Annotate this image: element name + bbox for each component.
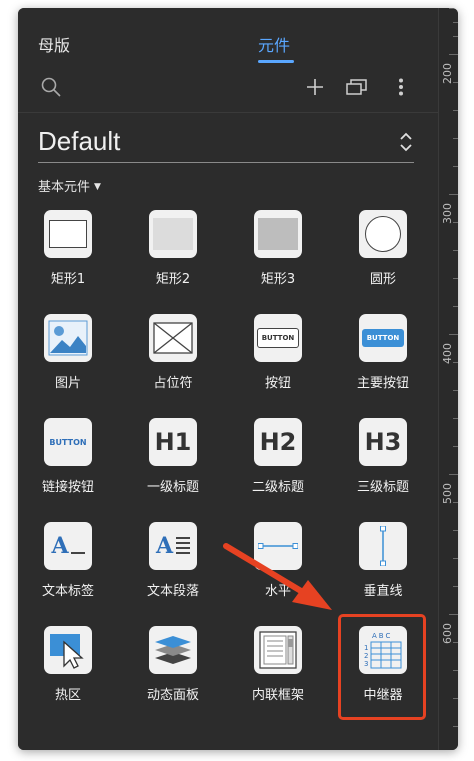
widget-label: 文本标签: [41, 584, 94, 599]
section-header[interactable]: 基本元件 ▼: [38, 176, 101, 195]
search-icon[interactable]: [36, 72, 66, 102]
panel-tabs: 母版 元件: [18, 8, 438, 66]
horizontal-line-icon: [254, 522, 302, 570]
hotspot-icon: [44, 626, 92, 674]
text-label-icon-letter: A: [51, 533, 69, 559]
ruler-label: 200: [441, 63, 454, 84]
library-select-underline: [38, 162, 414, 163]
widget-rectangle2[interactable]: 矩形2: [123, 202, 228, 306]
primary-button-icon: BUTTON: [359, 314, 407, 362]
widget-label: 垂直线: [363, 584, 403, 599]
vertical-ruler: 200 300 400 500 600: [438, 8, 458, 750]
widget-label: 内联框架: [251, 688, 304, 703]
rectangle-gray-icon: [149, 210, 197, 258]
ruler-label: 600: [441, 623, 454, 644]
heading2-icon: H2: [254, 418, 302, 466]
library-select[interactable]: Default: [38, 122, 414, 163]
widget-label: 按钮: [264, 376, 291, 391]
widget-label: 矩形1: [50, 272, 86, 287]
circle-icon: [359, 210, 407, 258]
rectangle-icon: [44, 210, 92, 258]
more-options-icon[interactable]: [386, 72, 416, 102]
placeholder-icon: [149, 314, 197, 362]
widget-label: 热区: [54, 688, 81, 703]
widget-heading3[interactable]: H3 三级标题: [333, 410, 438, 514]
heading1-icon-text: H1: [154, 428, 192, 456]
widget-label: 水平: [264, 584, 291, 599]
add-library-icon[interactable]: [300, 72, 330, 102]
library-select-value: Default: [38, 126, 121, 156]
heading1-icon: H1: [149, 418, 197, 466]
dynamic-panel-icon: [149, 626, 197, 674]
text-label-icon: A: [44, 522, 92, 570]
widget-dynamic-panel[interactable]: 动态面板: [123, 618, 228, 722]
widget-primary-button[interactable]: BUTTON 主要按钮: [333, 306, 438, 410]
widget-placeholder[interactable]: 占位符: [123, 306, 228, 410]
widget-label: 图片: [54, 376, 81, 391]
widget-label: 动态面板: [146, 688, 199, 703]
highlight-box: [338, 614, 426, 720]
widget-label: 主要按钮: [356, 376, 409, 391]
panel-toolbar: [18, 72, 438, 112]
caret-down-icon: ▼: [94, 182, 101, 192]
tab-masters[interactable]: 母版: [38, 32, 70, 56]
toolbar-divider: [18, 112, 438, 113]
heading3-icon-text: H3: [364, 428, 402, 456]
widget-vertical-line[interactable]: 垂直线: [333, 514, 438, 618]
widget-text-paragraph[interactable]: A 文本段落: [123, 514, 228, 618]
section-header-label: 基本元件: [38, 180, 91, 195]
widget-label: 圆形: [369, 272, 396, 287]
heading2-icon-text: H2: [259, 428, 297, 456]
text-paragraph-icon-letter: A: [155, 533, 174, 559]
link-button-icon-text: BUTTON: [49, 437, 87, 447]
widget-label: 二级标题: [251, 480, 304, 495]
image-icon: [44, 314, 92, 362]
heading3-icon: H3: [359, 418, 407, 466]
tab-widgets[interactable]: 元件: [258, 32, 290, 56]
widget-circle[interactable]: 圆形: [333, 202, 438, 306]
button-icon-text: BUTTON: [257, 328, 299, 348]
widget-label: 链接按钮: [41, 480, 94, 495]
widget-hotspot[interactable]: 热区: [18, 618, 123, 722]
widget-image[interactable]: 图片: [18, 306, 123, 410]
ruler-label: 400: [441, 343, 454, 364]
widget-rectangle1[interactable]: 矩形1: [18, 202, 123, 306]
up-down-chevron-icon: [398, 130, 414, 154]
widget-link-button[interactable]: BUTTON 链接按钮: [18, 410, 123, 514]
active-tab-indicator: [258, 60, 294, 63]
widget-button[interactable]: BUTTON 按钮: [228, 306, 333, 410]
vertical-line-icon: [359, 522, 407, 570]
widget-label: 占位符: [153, 376, 193, 391]
widget-text-label[interactable]: A 文本标签: [18, 514, 123, 618]
text-paragraph-icon: A: [149, 522, 197, 570]
widget-label: 文本段落: [146, 584, 199, 599]
link-button-icon: BUTTON: [44, 418, 92, 466]
widget-rectangle3[interactable]: 矩形3: [228, 202, 333, 306]
ruler-label: 300: [441, 203, 454, 224]
widget-label: 矩形3: [260, 272, 296, 287]
widget-label: 矩形2: [155, 272, 191, 287]
rectangle-dark-icon: [254, 210, 302, 258]
button-icon: BUTTON: [254, 314, 302, 362]
copy-icon[interactable]: [342, 72, 372, 102]
ruler-label: 500: [441, 483, 454, 504]
widget-label: 一级标题: [146, 480, 199, 495]
widget-inline-frame[interactable]: 内联框架: [228, 618, 333, 722]
inline-frame-icon: [254, 626, 302, 674]
primary-button-icon-text: BUTTON: [362, 329, 404, 347]
widget-label: 三级标题: [356, 480, 409, 495]
widget-heading1[interactable]: H1 一级标题: [123, 410, 228, 514]
widget-heading2[interactable]: H2 二级标题: [228, 410, 333, 514]
widget-horizontal-line[interactable]: 水平: [228, 514, 333, 618]
